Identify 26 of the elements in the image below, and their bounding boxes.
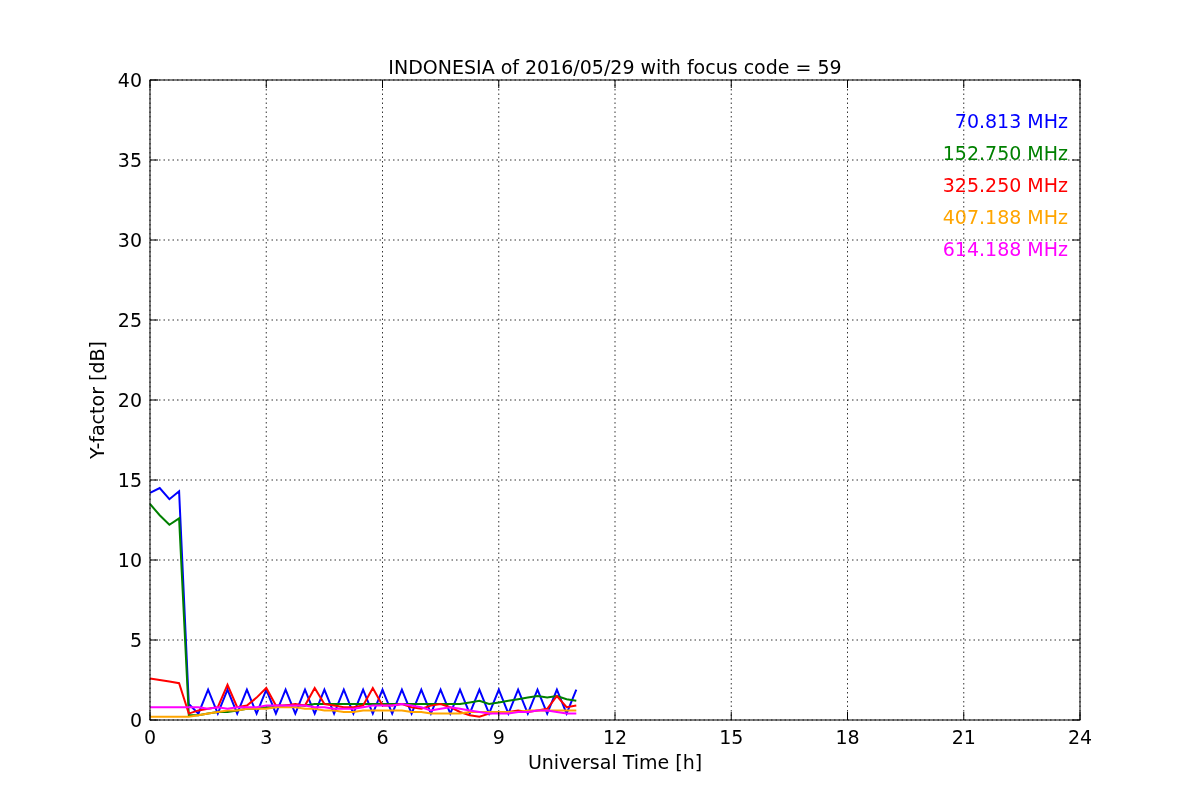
tick-label: 3 <box>260 726 273 748</box>
tick-label: 18 <box>835 726 860 748</box>
tick-label: 40 <box>117 69 142 91</box>
y-axis-label: Y-factor [dB] <box>86 341 108 459</box>
tick-label: 15 <box>117 469 142 491</box>
tick-label: 30 <box>117 229 142 251</box>
tick-label: 9 <box>492 726 505 748</box>
legend-label: 70.813 MHz <box>954 110 1068 132</box>
legend-label: 152.750 MHz <box>942 142 1068 164</box>
tick-label: 12 <box>602 726 628 748</box>
tick-label: 0 <box>129 709 142 731</box>
tick-label: 10 <box>117 549 142 571</box>
tick-label: 35 <box>117 149 142 171</box>
tick-label: 21 <box>951 726 976 748</box>
tick-label: 5 <box>129 629 142 651</box>
x-axis-label: Universal Time [h] <box>527 751 703 773</box>
chart-title: INDONESIA of 2016/05/29 with focus code = 59 <box>388 56 842 78</box>
legend-label: 407.188 MHz <box>942 206 1068 228</box>
tick-label: 24 <box>1067 726 1093 748</box>
tick-label: 0 <box>143 726 157 748</box>
legend-label: 614.188 MHz <box>942 238 1068 260</box>
tick-label: 25 <box>117 309 142 331</box>
tick-label: 6 <box>376 726 389 748</box>
tick-label: 15 <box>719 726 744 748</box>
legend-label: 325.250 MHz <box>942 174 1068 196</box>
tick-label: 20 <box>117 389 142 411</box>
